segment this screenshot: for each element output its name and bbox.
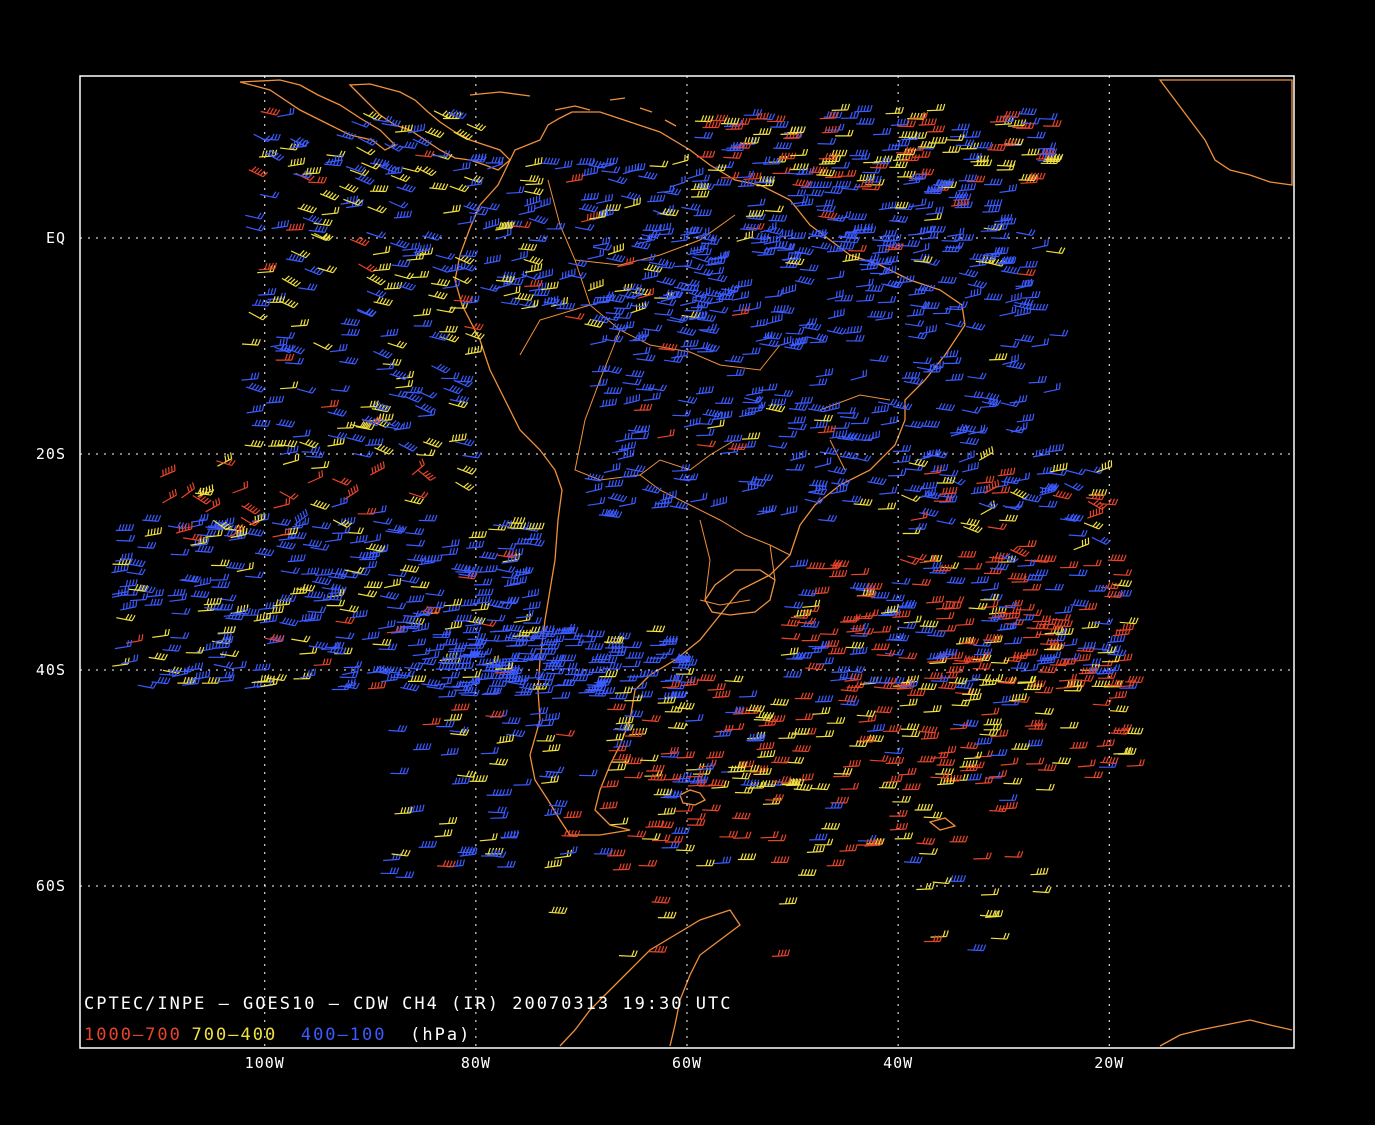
pressure-legend: 1000—700 700—400 400—100 (hPa) (84, 1025, 471, 1045)
legend-mid-level: 700—400 (192, 1025, 278, 1045)
legend-low-level: 1000—700 (84, 1025, 182, 1045)
y-tick-label: EQ (46, 229, 66, 247)
x-tick-label: 20W (1094, 1054, 1124, 1072)
y-tick-label: 40S (36, 661, 66, 679)
x-tick-label: 40W (883, 1054, 913, 1072)
x-tick-label: 60W (672, 1054, 702, 1072)
y-tick-label: 60S (36, 877, 66, 895)
y-tick-label: 20S (36, 445, 66, 463)
legend-high-level: 400—100 (301, 1025, 387, 1045)
legend-unit: (hPa) (410, 1025, 471, 1045)
x-tick-label: 80W (461, 1054, 491, 1072)
wind-map: 100W 80W 60W 40W 20W EQ 20S 40S 60S CPTEC/INPE —… (0, 0, 1375, 1125)
map-title: CPTEC/INPE — GOES10 — CDW CH4 (IR) 20070… (84, 994, 732, 1014)
x-tick-label: 100W (245, 1054, 285, 1072)
